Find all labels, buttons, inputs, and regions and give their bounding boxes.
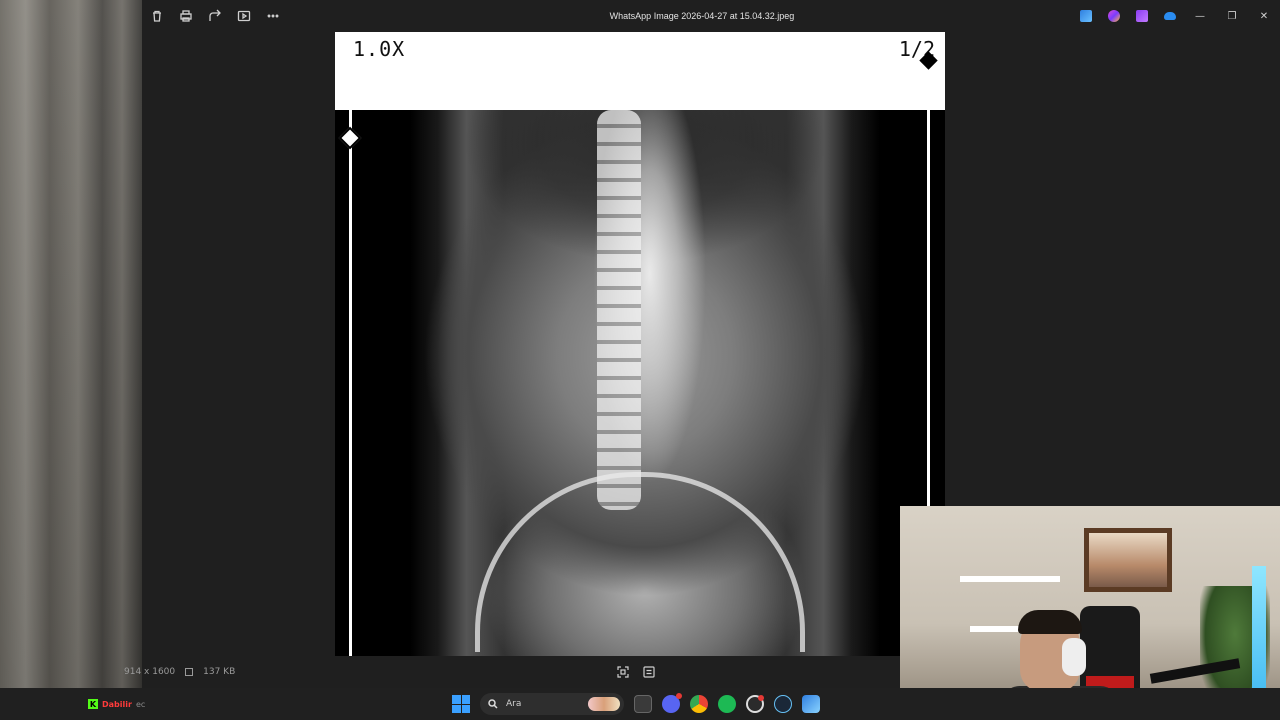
fit-to-window-icon[interactable] <box>617 666 629 678</box>
taskbar-apps: Ara <box>452 688 820 720</box>
image-info: 914 x 1600 137 KB <box>124 656 235 688</box>
discord-icon[interactable] <box>662 693 682 713</box>
share-icon <box>208 9 221 21</box>
delete-button[interactable] <box>142 0 171 32</box>
actual-size-icon[interactable] <box>643 666 655 678</box>
search-highlight-icon <box>588 697 620 711</box>
left-slider-handle <box>338 126 362 150</box>
steam-icon[interactable] <box>774 695 792 713</box>
photos-toolbar: WhatsApp Image 2026-04-27 at 15.04.32.jp… <box>142 0 1280 32</box>
headset <box>1062 638 1086 676</box>
taskbar-widget[interactable]: K Dabilir ec <box>88 688 145 720</box>
spotify-icon[interactable] <box>718 695 736 713</box>
edit-app-icon[interactable] <box>1080 10 1092 22</box>
onedrive-icon[interactable] <box>1164 12 1176 20</box>
taskbar-search[interactable]: Ara <box>480 693 624 715</box>
search-icon <box>488 699 498 709</box>
delete-icon <box>152 10 161 22</box>
more-icon <box>267 14 278 18</box>
screen: WhatsApp Image 2026-04-27 at 15.04.32.jp… <box>0 0 1280 720</box>
chrome-icon[interactable] <box>690 695 708 713</box>
person-hair <box>1018 610 1082 634</box>
toolbar-right: — ❐ ✕ <box>1072 0 1280 32</box>
toolbar-actions <box>142 0 287 32</box>
widget-label: Dabilir <box>102 699 132 709</box>
close-button[interactable]: ✕ <box>1248 0 1280 32</box>
slideshow-button[interactable] <box>229 0 258 32</box>
right-slider-track <box>927 62 930 506</box>
file-size: 137 KB <box>203 667 236 677</box>
status-bar: 914 x 1600 137 KB <box>124 656 900 688</box>
window-title: WhatsApp Image 2026-04-27 at 15.04.32.jp… <box>609 11 795 21</box>
clipchamp-icon[interactable] <box>1136 10 1148 22</box>
image-canvas[interactable]: 1.0X 1/2 <box>335 32 945 656</box>
image-dimensions: 914 x 1600 <box>124 667 176 677</box>
file-size-icon <box>185 668 194 676</box>
wall-picture-frame <box>1084 528 1172 592</box>
minimize-button[interactable]: — <box>1184 0 1216 32</box>
image-header-band <box>335 32 945 110</box>
print-button[interactable] <box>171 0 200 32</box>
copilot-icon[interactable] <box>1108 10 1120 22</box>
start-button[interactable] <box>452 695 470 713</box>
left-slider-track <box>349 62 352 656</box>
taskbar: K Dabilir ec Ara <box>0 688 1280 720</box>
photos-icon[interactable] <box>802 695 820 713</box>
zoom-tools <box>617 656 655 688</box>
maximize-button[interactable]: ❐ <box>1216 0 1248 32</box>
xray-spine <box>597 110 641 510</box>
desktop-background-strip <box>0 0 142 720</box>
widget-sub: ec <box>135 699 146 709</box>
shelf <box>960 576 1060 582</box>
more-button[interactable] <box>258 0 287 32</box>
zoom-label: 1.0X <box>353 37 406 61</box>
slideshow-icon <box>237 10 250 22</box>
file-explorer-icon[interactable] <box>634 695 652 713</box>
kick-icon: K <box>88 699 98 709</box>
print-icon <box>179 10 192 22</box>
share-button[interactable] <box>200 0 229 32</box>
search-placeholder: Ara <box>506 699 522 709</box>
obs-icon[interactable] <box>746 695 764 713</box>
